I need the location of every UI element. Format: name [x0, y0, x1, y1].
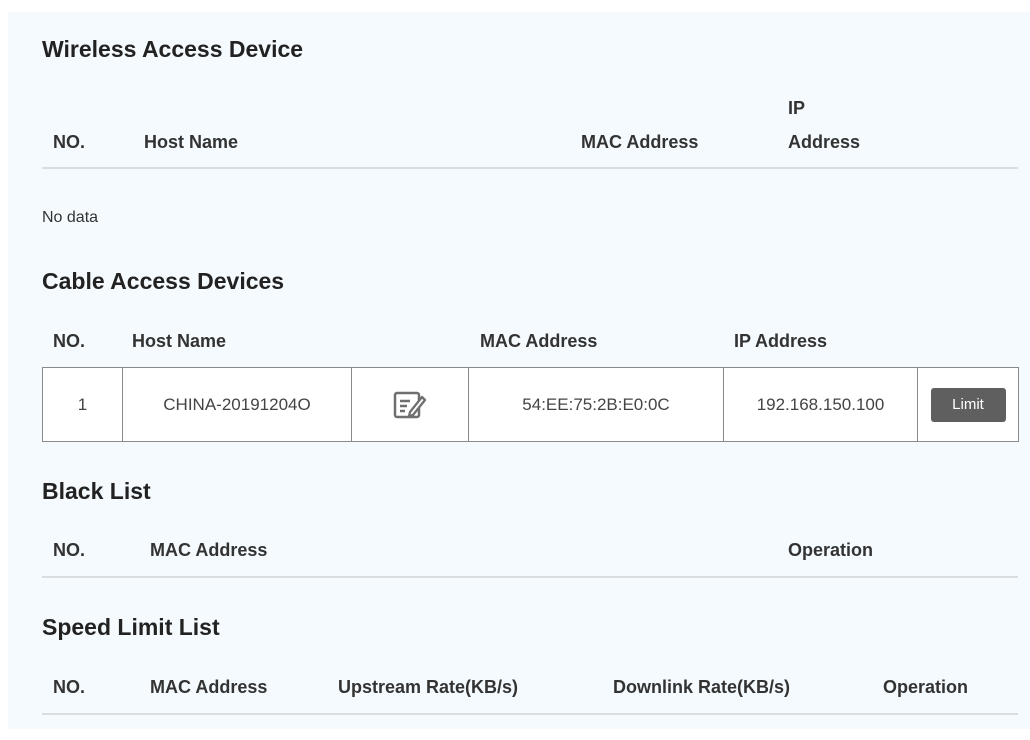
wireless-header-host-name: Host Name [144, 132, 239, 152]
device-host-name-cell: CHINA-20191204O [122, 367, 352, 442]
blacklist-header-operation: Operation [788, 540, 874, 560]
cable-header-mac-address: MAC Address [480, 331, 598, 351]
speedlimit-header-downlink-rate: Downlink Rate(KB/s) [613, 677, 791, 697]
blacklist-header-no: NO. [53, 540, 86, 560]
device-action-cell: Limit [917, 367, 1019, 442]
wireless-header-ip-line2: Address [788, 132, 861, 152]
edit-icon[interactable] [393, 390, 427, 420]
cable-section-title: Cable Access Devices [42, 268, 285, 294]
device-mac-cell: 54:EE:75:2B:E0:0C [468, 367, 724, 442]
wireless-empty-message: No data [42, 209, 99, 226]
wireless-header-ip-line1: IP [788, 98, 806, 118]
table-row: 1 CHINA-20191204O 54:EE:75:2B:E0:0C 192.… [42, 367, 1019, 442]
device-ip-cell: 192.168.150.100 [723, 367, 918, 442]
edit-host-name-cell[interactable] [351, 367, 469, 442]
blacklist-header-divider [42, 576, 1018, 578]
blacklist-section-title: Black List [42, 478, 151, 504]
speedlimit-header-upstream-rate: Upstream Rate(KB/s) [338, 677, 519, 697]
device-no-cell: 1 [42, 367, 123, 442]
blacklist-header-mac-address: MAC Address [150, 540, 268, 560]
cable-header-ip-address: IP Address [734, 331, 828, 351]
cable-header-no: NO. [53, 331, 86, 351]
speedlimit-header-mac-address: MAC Address [150, 677, 268, 697]
wireless-header-no: NO. [53, 132, 86, 152]
wireless-header-divider [42, 167, 1018, 169]
wireless-section-title: Wireless Access Device [42, 36, 304, 62]
speedlimit-header-operation: Operation [883, 677, 969, 697]
cable-devices-table: 1 CHINA-20191204O 54:EE:75:2B:E0:0C 192.… [42, 367, 1019, 442]
cable-header-host-name: Host Name [132, 331, 227, 351]
limit-button[interactable]: Limit [930, 387, 1006, 422]
speedlimit-header-no: NO. [53, 677, 86, 697]
speedlimit-section-title: Speed Limit List [42, 614, 220, 640]
speedlimit-header-divider [42, 713, 1018, 715]
wireless-header-mac-address: MAC Address [581, 132, 699, 152]
